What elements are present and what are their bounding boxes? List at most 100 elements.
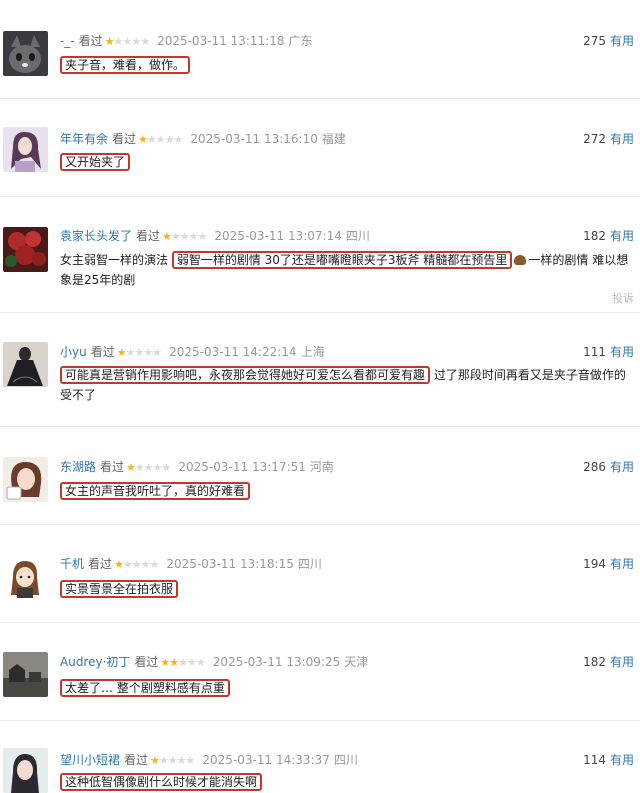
comment-time: 2025-03-11 13:11:18 (157, 34, 285, 48)
comment-text: 太差了… 整个剧塑料感有点重 (60, 678, 635, 698)
vote-count: 272 (583, 132, 606, 146)
star-empty-icon: ★ (140, 558, 151, 571)
username[interactable]: 年年有余 (60, 132, 108, 146)
username[interactable]: 小yu (60, 345, 87, 359)
vote-area: 275 有用 (583, 33, 634, 49)
divider (0, 622, 640, 623)
avatar[interactable] (3, 342, 48, 387)
highlighted-text: 可能真是营销作用影响吧，永夜那会觉得她好可爱怎么看都可爱有趣 (60, 366, 431, 384)
comment-meta: 年年有余 看过 ★★★★★ 2025-03-11 13:16:10 福建 (60, 131, 346, 148)
watched-label: 看过 (90, 345, 115, 359)
avatar[interactable] (3, 127, 48, 172)
vote-area: 194 有用 (583, 556, 634, 572)
useful-button[interactable]: 有用 (610, 753, 634, 767)
watched-label: 看过 (100, 460, 125, 474)
star-filled-icon: ★ (114, 558, 124, 571)
highlighted-text: 又开始夹了 (60, 153, 131, 171)
username[interactable]: Audrey·初丁 (60, 655, 130, 669)
comment-meta: -_- 看过 ★★★★★ 2025-03-11 13:11:18 广东 (60, 33, 313, 50)
divider (0, 720, 640, 721)
divider (0, 524, 640, 525)
comment-location: 四川 (345, 229, 370, 243)
report-link[interactable]: 投诉 (612, 290, 634, 306)
highlighted-text: 这种低智偶像剧什么时候才能消失啊 (60, 773, 263, 791)
star-empty-icon: ★ (122, 558, 133, 571)
highlighted-text: 弱智一样的剧情 30了还是嘟嘴瞪眼夹子3板斧 精髓都在预告里 (171, 251, 513, 269)
username[interactable]: 望川小短裙 (60, 753, 120, 767)
star-empty-icon: ★ (176, 754, 187, 767)
highlighted-text: 夹子音，难看，做作。 (60, 56, 191, 74)
comment-location: 福建 (321, 132, 346, 146)
username[interactable]: 东湖路 (60, 460, 96, 474)
star-empty-icon: ★ (149, 558, 160, 571)
star-empty-icon: ★ (197, 230, 208, 243)
comment-meta: 东湖路 看过 ★★★★★ 2025-03-11 13:17:51 河南 (60, 459, 334, 476)
useful-button[interactable]: 有用 (610, 345, 634, 359)
comment-text: 实景雪景全在拍衣服 (60, 579, 635, 599)
star-empty-icon: ★ (187, 656, 197, 669)
avatar[interactable] (3, 555, 48, 600)
watched-label: 看过 (88, 557, 113, 571)
divider (0, 196, 640, 197)
useful-button[interactable]: 有用 (610, 229, 634, 243)
useful-button[interactable]: 有用 (610, 132, 634, 146)
comment-text: 可能真是营销作用影响吧，永夜那会觉得她好可爱怎么看都可爱有趣 过了那段时间再看又… (60, 365, 635, 405)
star-filled-icon: ★ (150, 754, 160, 767)
avatar[interactable] (3, 457, 48, 502)
comment-location: 广东 (288, 34, 313, 48)
star-empty-icon: ★ (140, 35, 150, 48)
rating-stars: ★★★★★ (117, 346, 162, 359)
comment-location: 河南 (309, 460, 334, 474)
avatar[interactable] (3, 227, 48, 272)
poop-emoji-icon (514, 255, 527, 265)
comment-location: 上海 (300, 345, 325, 359)
star-empty-icon: ★ (131, 35, 141, 48)
vote-count: 114 (583, 753, 606, 767)
username[interactable]: -_- (60, 34, 75, 48)
avatar[interactable] (3, 652, 48, 697)
avatar[interactable] (3, 748, 48, 793)
rating-stars: ★★★★★ (114, 558, 160, 571)
star-empty-icon: ★ (152, 461, 163, 474)
comment-location: 天津 (344, 655, 369, 669)
comment-text-segment: 女主弱智一样的演法 (60, 253, 172, 267)
star-empty-icon: ★ (158, 754, 169, 767)
useful-button[interactable]: 有用 (610, 460, 634, 474)
comment-time: 2025-03-11 14:33:37 (202, 753, 330, 767)
divider (0, 98, 640, 99)
star-empty-icon: ★ (152, 346, 162, 359)
star-empty-icon: ★ (179, 230, 190, 243)
username[interactable]: 千机 (60, 557, 84, 571)
star-empty-icon: ★ (170, 230, 181, 243)
vote-count: 286 (583, 460, 606, 474)
rating-stars: ★★★★★ (160, 656, 205, 669)
vote-count: 111 (583, 345, 606, 359)
username[interactable]: 袁家长头发了 (60, 229, 132, 243)
rating-stars: ★★★★★ (126, 461, 171, 474)
comment-meta: 袁家长头发了 看过 ★★★★★ 2025-03-11 13:07:14 四川 (60, 228, 370, 245)
comment-text: 这种低智偶像剧什么时候才能消失啊 (60, 772, 635, 792)
comment-time: 2025-03-11 13:18:15 (166, 557, 294, 571)
comment-meta: 千机 看过 ★★★★★ 2025-03-11 13:18:15 四川 (60, 556, 322, 573)
comment-time: 2025-03-11 13:17:51 (178, 460, 306, 474)
rating-stars: ★★★★★ (162, 230, 208, 243)
vote-count: 194 (583, 557, 606, 571)
divider (0, 426, 640, 427)
useful-button[interactable]: 有用 (610, 557, 634, 571)
highlighted-text: 太差了… 整个剧塑料感有点重 (60, 679, 230, 697)
rating-stars: ★★★★★ (138, 133, 184, 146)
vote-area: 286 有用 (583, 459, 634, 475)
watched-label: 看过 (134, 655, 159, 669)
useful-button[interactable]: 有用 (610, 655, 634, 669)
star-filled-icon: ★ (162, 230, 172, 243)
comment-time: 2025-03-11 14:22:14 (169, 345, 297, 359)
comment-time: 2025-03-11 13:09:25 (212, 655, 341, 669)
avatar[interactable] (3, 31, 48, 76)
useful-button[interactable]: 有用 (610, 34, 634, 48)
comment-time: 2025-03-11 13:16:10 (190, 132, 318, 146)
star-empty-icon: ★ (164, 133, 175, 146)
star-empty-icon: ★ (173, 133, 184, 146)
star-filled-icon: ★ (126, 461, 136, 474)
star-filled-icon: ★ (104, 35, 115, 48)
star-empty-icon: ★ (188, 230, 199, 243)
